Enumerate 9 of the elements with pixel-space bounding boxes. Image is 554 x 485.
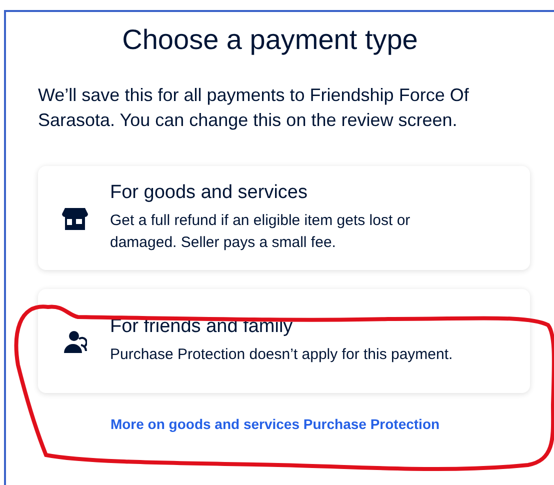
page-title: Choose a payment type [121, 23, 419, 56]
people-icon [63, 330, 87, 354]
store-icon [62, 207, 88, 231]
purchase-protection-link[interactable]: More on goods and services Purchase Protection [110, 416, 440, 432]
intro-text: We’ll save this for all payments to Friendship Force Of Sarasota. You can change this on the review screen. [38, 84, 470, 132]
option-description: Get a full refund if an eligible item gets lost or damaged. Seller pays a small fee. [110, 211, 412, 253]
option-title: For goods and services [110, 182, 308, 204]
option-description: Purchase Protection doesn’t apply for this payment. [110, 345, 453, 365]
payment-option-card[interactable]: For goods and services Get a full refund if an eligible item gets lost or damaged. Seller pays a small fee. [38, 166, 530, 270]
